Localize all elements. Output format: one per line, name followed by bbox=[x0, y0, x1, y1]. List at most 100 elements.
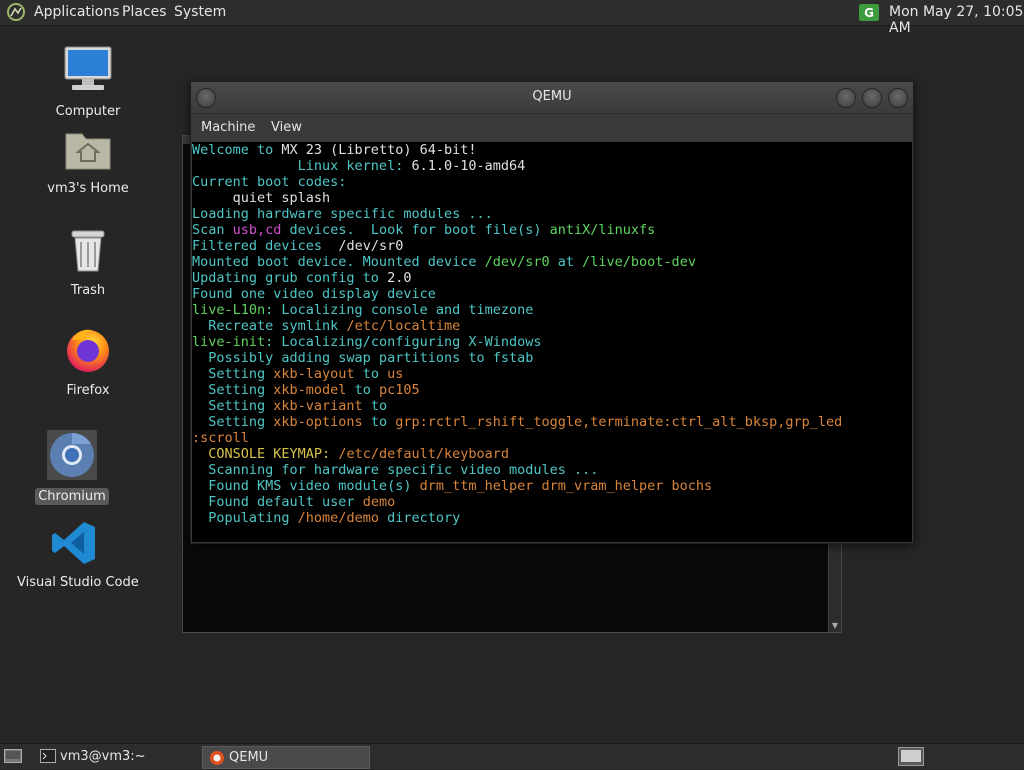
places-menu[interactable]: Places bbox=[122, 4, 167, 20]
qemu-titlebar[interactable]: QEMU bbox=[191, 82, 913, 114]
desktop-icon-chromium[interactable]: Chromium bbox=[32, 430, 112, 505]
console-text: xkb-options bbox=[273, 414, 363, 430]
console-text: Setting bbox=[192, 366, 274, 382]
console-text: devices. Look for boot file(s) bbox=[281, 222, 550, 238]
firefox-icon bbox=[48, 326, 128, 378]
trash-icon bbox=[48, 228, 128, 278]
console-text: at bbox=[549, 254, 583, 270]
desktop-icon-firefox[interactable]: Firefox bbox=[48, 326, 128, 399]
top-panel: Applications Places System G Mon May 27,… bbox=[0, 0, 1024, 36]
console-text: Setting bbox=[192, 382, 274, 398]
update-notifier-icon[interactable]: G bbox=[858, 3, 880, 22]
taskbar-item-qemu[interactable]: QEMU bbox=[202, 746, 370, 769]
desktop-icon-trash[interactable]: Trash bbox=[48, 228, 128, 299]
console-text: Setting bbox=[192, 398, 274, 414]
console-text: Found one video display device bbox=[192, 286, 436, 302]
console-text: to bbox=[362, 414, 396, 430]
view-menu[interactable]: View bbox=[271, 120, 302, 135]
minimize-button[interactable] bbox=[836, 88, 856, 108]
console-line: Setting xkb-options to grp:rctrl_rshift_… bbox=[192, 414, 912, 430]
console-line: Setting xkb-model to pc105 bbox=[192, 382, 912, 398]
console-text: xkb-layout bbox=[273, 366, 355, 382]
console-text: us bbox=[387, 366, 404, 382]
console-text: Recreate symlink bbox=[192, 318, 347, 334]
desktop-icon-vscode[interactable]: Visual Studio Code bbox=[14, 520, 139, 591]
console-text: directory bbox=[378, 510, 461, 526]
console-text: Welcome to bbox=[192, 142, 282, 158]
vscode-icon bbox=[14, 520, 134, 570]
console-text: Found default user bbox=[192, 494, 363, 510]
desktop-icon-computer[interactable]: Computer bbox=[48, 45, 128, 120]
console-text: :scroll bbox=[192, 430, 249, 446]
console-line: Scanning for hardware specific video mod… bbox=[192, 462, 912, 478]
qemu-icon bbox=[209, 750, 225, 770]
maximize-button[interactable] bbox=[862, 88, 882, 108]
console-text: xkb-variant bbox=[273, 398, 363, 414]
desktop-icon-label: Chromium bbox=[35, 488, 109, 505]
console-text: : Localizing console and timezone bbox=[265, 302, 534, 318]
console-text: /live/boot-dev bbox=[582, 254, 696, 270]
console-text: /etc/default/keyboard bbox=[338, 446, 509, 462]
console-line: Found default user demo bbox=[192, 494, 912, 510]
console-line: :scroll bbox=[192, 430, 912, 446]
taskbar-item-label: vm3@vm3:~ bbox=[60, 749, 146, 764]
console-line: Recreate symlink /etc/localtime bbox=[192, 318, 912, 334]
console-text: Scan bbox=[192, 222, 233, 238]
console-text: Possibly adding swap partitions to fstab bbox=[192, 350, 534, 366]
console-line: Loading hardware specific modules ... bbox=[192, 206, 912, 222]
console-text: xkb-model bbox=[273, 382, 347, 398]
console-text: live-init bbox=[192, 334, 266, 350]
console-text: antiX/linuxfs bbox=[549, 222, 656, 238]
console-text: Filtered devices bbox=[192, 238, 339, 254]
mx-menu-logo-icon[interactable] bbox=[6, 3, 26, 21]
console-text: drm_ttm_helper drm_vram_helper bochs bbox=[419, 478, 713, 494]
console-text: demo bbox=[362, 494, 396, 510]
console-line: Updating grub config to 2.0 bbox=[192, 270, 912, 286]
console-text: CONSOLE KEYMAP: bbox=[192, 446, 339, 462]
system-menu[interactable]: System bbox=[174, 4, 226, 20]
qemu-window-title: QEMU bbox=[532, 89, 572, 104]
applications-menu[interactable]: Applications bbox=[34, 4, 120, 20]
console-text: to bbox=[354, 366, 388, 382]
show-desktop-icon[interactable] bbox=[4, 749, 22, 767]
taskbar-item-terminal[interactable]: vm3@vm3:~ bbox=[34, 746, 198, 767]
console-text: Populating bbox=[192, 510, 298, 526]
console-text: /dev/sr0 bbox=[484, 254, 550, 270]
terminal-icon bbox=[40, 749, 56, 767]
close-button[interactable] bbox=[888, 88, 908, 108]
console-line: Found KMS video module(s) drm_ttm_helper… bbox=[192, 478, 912, 494]
console-line: Scan usb,cd devices. Look for boot file(… bbox=[192, 222, 912, 238]
console-text: Scanning for hardware specific video mod… bbox=[192, 462, 599, 478]
console-line: live-init: Localizing/configuring X-Wind… bbox=[192, 334, 912, 350]
console-line: Populating /home/demo directory bbox=[192, 510, 912, 526]
console-text: Mounted boot device. Mounted device bbox=[192, 254, 485, 270]
qemu-window[interactable]: QEMU Machine View Welcome to MX 23 (Libr… bbox=[190, 81, 914, 544]
computer-icon bbox=[48, 45, 128, 99]
desktop-icon-label: Trash bbox=[70, 283, 106, 298]
console-text: 6.1.0-10-amd64 bbox=[411, 158, 526, 174]
machine-menu[interactable]: Machine bbox=[201, 120, 255, 135]
workspace-switcher-icon[interactable] bbox=[898, 747, 924, 770]
console-text: usb,cd bbox=[232, 222, 282, 238]
console-line: Welcome to MX 23 (Libretto) 64-bit! bbox=[192, 142, 912, 158]
scroll-down-icon[interactable]: ▼ bbox=[829, 620, 841, 632]
console-line: Mounted boot device. Mounted device /dev… bbox=[192, 254, 912, 270]
console-line: Possibly adding swap partitions to fstab bbox=[192, 350, 912, 366]
console-line: Found one video display device bbox=[192, 286, 912, 302]
qemu-menubar: Machine View bbox=[191, 114, 913, 142]
console-text: to bbox=[346, 382, 379, 398]
vm-console-screen[interactable]: Welcome to MX 23 (Libretto) 64-bit! Linu… bbox=[192, 142, 912, 542]
console-text: live-L10n bbox=[192, 302, 266, 318]
console-text: 2.0 bbox=[387, 270, 412, 286]
console-text: Updating grub config to bbox=[192, 270, 388, 286]
chromium-icon bbox=[32, 430, 112, 484]
bottom-taskbar: vm3@vm3:~ QEMU bbox=[0, 743, 1024, 769]
console-text: pc105 bbox=[378, 382, 420, 398]
desktop-icon-label: Computer bbox=[55, 104, 121, 119]
console-text: MX 23 (Libretto) 64-bit! bbox=[281, 142, 477, 158]
desktop-icon-label: vm3's Home bbox=[47, 181, 129, 196]
console-text: /etc/localtime bbox=[346, 318, 461, 334]
clock[interactable]: Mon May 27, 10:05 AM bbox=[889, 4, 1024, 36]
desktop-icon-home[interactable]: vm3's Home bbox=[38, 128, 138, 197]
console-text: Setting bbox=[192, 414, 274, 430]
